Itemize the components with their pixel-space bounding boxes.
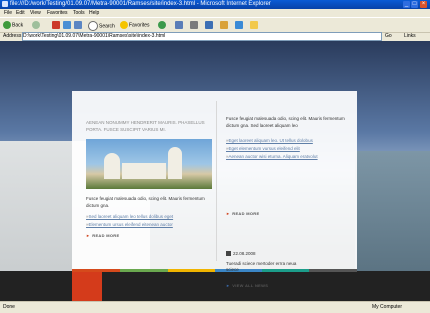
page-footer [0, 271, 430, 301]
edit-icon [205, 21, 213, 29]
column-divider [216, 101, 217, 261]
mail-icon [175, 21, 183, 29]
right-link-1[interactable]: Eget laoreet aliquam leo. Ut tellus dolo… [226, 137, 318, 145]
footer-highlight-block [72, 271, 102, 301]
back-button[interactable]: Back [3, 21, 23, 29]
back-arrow-icon [3, 21, 11, 29]
sea-background [355, 151, 430, 291]
maximize-button[interactable]: □ [411, 1, 418, 8]
church-tower-right [168, 147, 182, 179]
search-button[interactable]: Search [88, 21, 115, 31]
messenger-button[interactable] [235, 21, 244, 29]
stripe-1 [72, 269, 120, 272]
stop-icon [52, 21, 60, 29]
history-button[interactable] [158, 21, 167, 29]
links-button[interactable]: Links [404, 32, 416, 40]
stripe-6 [309, 269, 357, 272]
arrow-icon: ► [86, 233, 91, 238]
edit-button[interactable] [205, 21, 214, 29]
mail-button[interactable] [175, 21, 184, 29]
news-text: Tueradi sciece mertoder errra neua sciec… [226, 261, 297, 272]
ie-icon [2, 1, 8, 7]
search-icon [88, 21, 98, 31]
menu-favorites[interactable]: Favorites [47, 9, 68, 17]
print-button[interactable] [190, 21, 199, 29]
arrow-icon: ► [226, 283, 231, 288]
view-all-news[interactable]: ► VIEW ALL NEWS [226, 283, 268, 288]
window-title: file:///D:/work/Testing/01.09.07/Metra-9… [10, 1, 271, 7]
print-icon [190, 21, 198, 29]
left-read-more[interactable]: ► READ MORE [86, 233, 119, 238]
title-bar: file:///D:/work/Testing/01.09.07/Metra-9… [0, 0, 430, 9]
footer-color-stripes [72, 269, 357, 272]
left-link-2[interactable]: Elementum ursus eleifend eitenean auctor [86, 221, 173, 229]
forward-arrow-icon [32, 21, 40, 29]
toolbar: Back Search Favorites [0, 17, 430, 33]
favorites-button[interactable]: Favorites [120, 21, 150, 29]
refresh-icon [63, 21, 71, 29]
right-read-more[interactable]: ► READ MORE [226, 211, 259, 216]
address-input[interactable]: D:\work\Testing\01.09.07\Metra-90001\Ram… [22, 32, 382, 41]
address-bar: Address D:\work\Testing\01.09.07\Metra-9… [0, 32, 430, 41]
right-link-3[interactable]: Aenean auctor wisi eturna. Aliquam eratv… [226, 153, 318, 161]
discuss-icon [220, 21, 228, 29]
messenger-icon [235, 21, 243, 29]
right-body-text: Fusce feugiat malesuada odio, scing elit… [226, 116, 345, 128]
right-link-list: Eget laoreet aliquam leo. Ut tellus dolo… [226, 137, 318, 161]
left-body-text: Fusce feugiat malesuada odio, scing elit… [86, 196, 205, 208]
zone-text: My Computer [372, 304, 403, 310]
left-link-list: Sed laoreet aliquam leo tellus dolibus e… [86, 213, 174, 229]
menu-bar: File Edit View Favorites Tools Help [0, 9, 430, 17]
intro-text: AENEAN NONUMMY HENDRERIT MAURIS. PHASELL… [86, 120, 205, 132]
menu-view[interactable]: View [30, 9, 41, 17]
discuss-button[interactable] [220, 21, 229, 29]
browser-window: file:///D:/work/Testing/01.09.07/Metra-9… [0, 0, 430, 313]
menu-tools[interactable]: Tools [73, 9, 85, 17]
home-icon [74, 21, 82, 29]
folder-icon [250, 21, 258, 29]
church-photo [86, 139, 212, 189]
right-link-2[interactable]: Eget elementum vursus eleifend elit [226, 145, 318, 153]
go-button[interactable]: Go [385, 32, 392, 40]
home-button[interactable] [74, 21, 83, 29]
church-tower-left [104, 153, 120, 179]
menu-help[interactable]: Help [89, 9, 99, 17]
refresh-button[interactable] [63, 21, 72, 29]
content-card: AENEAN NONUMMY HENDRERIT MAURIS. PHASELL… [72, 91, 357, 288]
minimize-button[interactable]: _ [403, 1, 410, 8]
stripe-3 [168, 269, 215, 272]
history-icon [158, 21, 166, 29]
menu-edit[interactable]: Edit [16, 9, 25, 17]
left-link-1[interactable]: Sed laoreet aliquam leo tellus dolibus e… [86, 213, 174, 221]
forward-button[interactable] [32, 21, 41, 29]
status-bar: Done My Computer [0, 301, 430, 313]
status-text: Done [3, 304, 15, 310]
page-viewport: AENEAN NONUMMY HENDRERIT MAURIS. PHASELL… [0, 41, 430, 301]
news-date: 22.08.2008 [226, 251, 256, 257]
calendar-icon [226, 251, 231, 257]
menu-file[interactable]: File [4, 9, 12, 17]
star-icon [120, 21, 128, 29]
church-body [122, 163, 166, 179]
close-button[interactable]: × [420, 1, 427, 8]
stripe-2 [120, 269, 168, 272]
folder-button[interactable] [250, 21, 259, 29]
arrow-icon: ► [226, 211, 231, 216]
address-label: Address [3, 33, 22, 39]
stop-button[interactable] [52, 21, 61, 29]
